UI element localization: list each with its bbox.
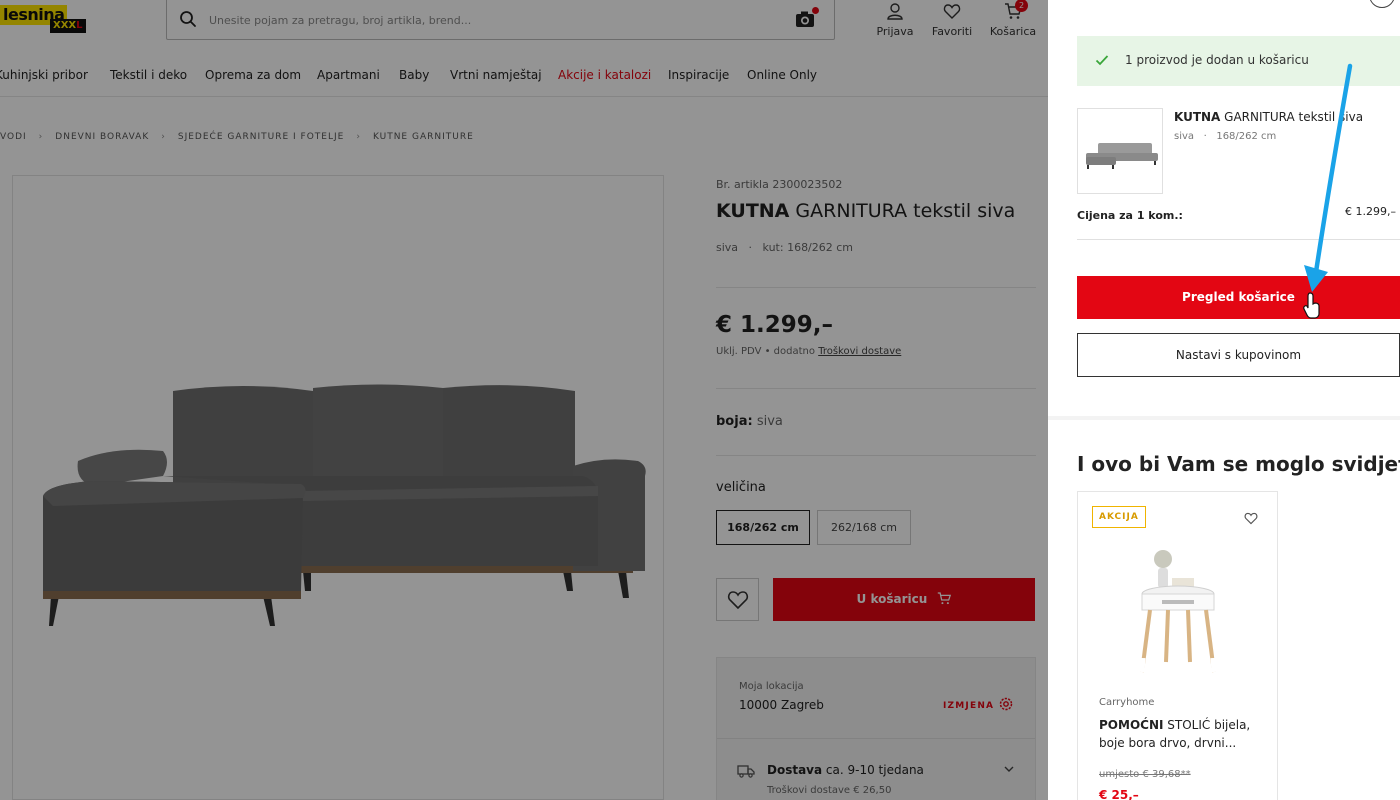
recommendations-title: I ovo bi Vam se moglo svidjeti [1077, 452, 1400, 476]
cart-item-thumbnail[interactable] [1077, 108, 1163, 194]
heart-icon[interactable] [1244, 512, 1258, 525]
recommendation-old-price: umjesto € 39,68** [1099, 769, 1191, 780]
page-dim-overlay[interactable] [0, 0, 1048, 800]
success-message: 1 proizvod je dodan u košaricu [1125, 53, 1309, 67]
cart-item-meta: siva · 168/262 cm [1174, 131, 1277, 142]
unit-price-label: Cijena za 1 kom.: [1077, 209, 1183, 222]
view-cart-button[interactable]: Pregled košarice [1077, 276, 1400, 319]
close-icon[interactable] [1369, 0, 1395, 8]
recommendation-brand: Carryhome [1099, 697, 1155, 708]
continue-shopping-button[interactable]: Nastavi s kupovinom [1077, 333, 1400, 377]
recommendation-card[interactable]: AKCIJA Carryhome POMOĆNI STOLIĆ bijela, … [1077, 491, 1278, 800]
recommendation-name[interactable]: POMOĆNI STOLIĆ bijela, boje bora drvo, d… [1099, 716, 1269, 752]
sale-badge: AKCIJA [1092, 506, 1146, 528]
sofa-thumbnail [1086, 143, 1158, 169]
divider [1077, 239, 1400, 240]
success-notice: 1 proizvod je dodan u košaricu [1077, 36, 1400, 86]
added-to-cart-panel: 1 proizvod je dodan u košaricu KUTNA GAR… [1048, 0, 1400, 800]
check-icon [1095, 55, 1109, 66]
section-divider [1048, 416, 1400, 420]
recommendation-new-price: € 25,– [1099, 788, 1139, 800]
unit-price-value: € 1.299,– [1345, 205, 1396, 218]
cart-item-title: KUTNA GARNITURA tekstil siva [1174, 110, 1364, 124]
side-table-image [1139, 550, 1217, 673]
